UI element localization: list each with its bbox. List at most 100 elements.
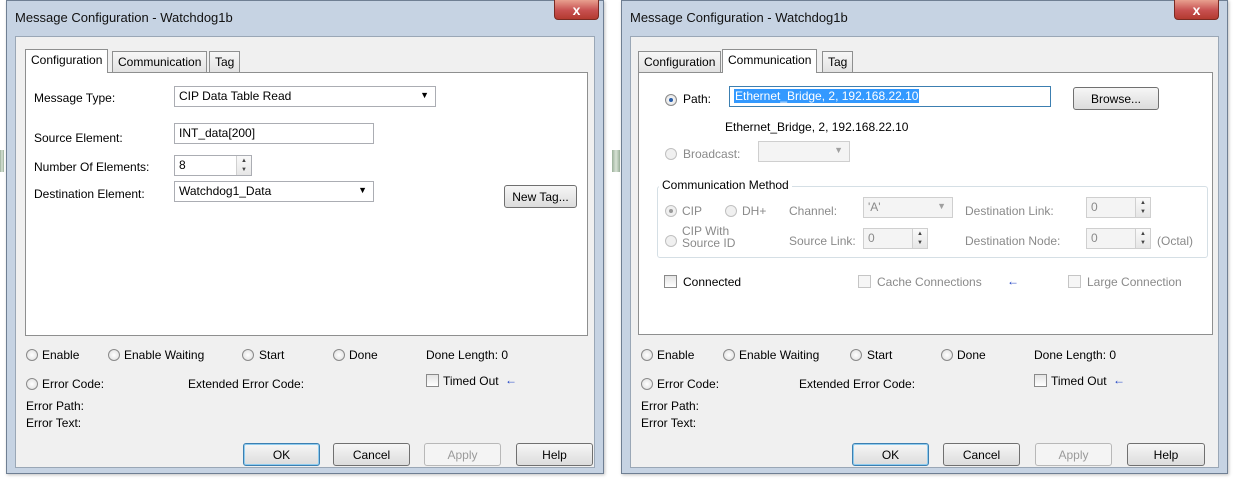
spinner-icon[interactable]: ▲ ▼ — [1135, 229, 1150, 248]
destination-element-select[interactable]: Watchdog1_Data ▼ — [174, 181, 374, 202]
done-length: Done Length: 0 — [1034, 348, 1117, 362]
apply-button[interactable]: Apply — [1035, 443, 1112, 466]
help-button[interactable]: Help — [516, 443, 593, 466]
cip-radio[interactable] — [665, 205, 677, 217]
right-client-area: Configuration Communication Tag Path: Et… — [630, 36, 1219, 468]
source-element-label: Source Element: — [34, 131, 123, 145]
left-client-area: Configuration Communication Tag Message … — [15, 36, 595, 468]
path-value: Ethernet_Bridge, 2, 192.168.22.10 — [734, 89, 920, 103]
tab-configuration[interactable]: Configuration — [25, 49, 109, 73]
cache-connections-checkbox[interactable] — [858, 275, 871, 288]
large-connection-checkbox[interactable] — [1068, 275, 1081, 288]
tab-configuration[interactable]: Configuration — [638, 51, 722, 72]
destination-node-stepper[interactable]: 0 ▲ ▼ — [1086, 228, 1151, 249]
source-link-stepper[interactable]: 0 ▲ ▼ — [863, 228, 928, 249]
left-dialog: Message Configuration - Watchdog1b x Con… — [6, 0, 604, 474]
new-tag-button[interactable]: New Tag... — [504, 185, 577, 208]
number-of-elements-stepper[interactable]: 8 ▲ ▼ — [174, 155, 252, 176]
timed-out-checkbox[interactable] — [426, 374, 439, 387]
connected-checkbox[interactable] — [664, 275, 677, 288]
communication-method-caption: Communication Method — [659, 178, 792, 192]
large-connection-label: Large Connection — [1087, 275, 1182, 289]
ok-button[interactable]: OK — [243, 443, 320, 466]
dh-plus-label: DH+ — [742, 204, 767, 218]
left-edge-separator — [0, 150, 4, 172]
message-type-value: CIP Data Table Read — [179, 89, 292, 103]
error-path-label: Error Path: — [26, 399, 85, 413]
error-code-indicator — [26, 378, 38, 390]
path-label: Path: — [683, 92, 712, 106]
channel-value: 'A' — [868, 200, 881, 214]
timed-out-label: Timed Out — [443, 374, 499, 388]
error-code-label: Error Code: — [657, 377, 720, 391]
destination-element-label: Destination Element: — [34, 187, 145, 201]
start-label: Start — [867, 348, 893, 362]
cip-with-source-label: CIP With Source ID — [682, 225, 735, 249]
cancel-button[interactable]: Cancel — [333, 443, 410, 466]
source-element-input[interactable]: INT_data[200] — [174, 123, 374, 144]
error-code-indicator — [641, 378, 653, 390]
right-dialog: Message Configuration - Watchdog1b x Con… — [621, 0, 1228, 474]
close-icon: x — [572, 1, 581, 18]
dh-plus-radio[interactable] — [725, 205, 737, 217]
connected-label: Connected — [683, 275, 742, 289]
help-button[interactable]: Help — [1127, 443, 1205, 466]
source-link-label: Source Link: — [789, 234, 856, 248]
indicator-arrow-icon: ← — [1007, 274, 1019, 288]
tab-tag[interactable]: Tag — [822, 51, 854, 72]
browse-button[interactable]: Browse... — [1073, 87, 1159, 110]
spinner-icon[interactable]: ▲ ▼ — [1135, 198, 1150, 217]
done-label: Done — [957, 348, 986, 362]
dropdown-icon: ▼ — [420, 90, 429, 100]
enable-waiting-label: Enable Waiting — [124, 348, 205, 362]
error-text-label: Error Text: — [26, 416, 82, 430]
enable-label: Enable — [657, 348, 695, 362]
path-input[interactable]: Ethernet_Bridge, 2, 192.168.22.10 — [729, 86, 1051, 107]
octal-label: (Octal) — [1157, 234, 1193, 248]
left-dialog-title: Message Configuration - Watchdog1b — [15, 10, 233, 25]
cip-with-source-radio[interactable] — [665, 235, 677, 247]
destination-link-label: Destination Link: — [965, 204, 1054, 218]
extended-error-code-label: Extended Error Code: — [188, 377, 305, 391]
left-close-button[interactable]: x — [554, 0, 599, 20]
enable-waiting-indicator — [723, 349, 735, 361]
middle-separator — [612, 150, 620, 172]
path-radio[interactable] — [665, 94, 677, 106]
error-code-label: Error Code: — [42, 377, 105, 391]
ok-button[interactable]: OK — [852, 443, 929, 466]
extended-error-code-label: Extended Error Code: — [799, 377, 916, 391]
message-type-label: Message Type: — [34, 91, 116, 105]
enable-label: Enable — [42, 348, 80, 362]
done-length: Done Length: 0 — [426, 348, 509, 362]
source-link-value: 0 — [868, 231, 875, 245]
message-type-select[interactable]: CIP Data Table Read ▼ — [174, 86, 436, 107]
cip-label: CIP — [682, 204, 703, 218]
spinner-icon[interactable]: ▲ ▼ — [236, 156, 251, 175]
apply-button[interactable]: Apply — [424, 443, 501, 466]
broadcast-label: Broadcast: — [683, 147, 741, 161]
broadcast-select[interactable]: ▼ — [758, 141, 850, 162]
destination-element-value: Watchdog1_Data — [179, 184, 272, 198]
dropdown-icon: ▼ — [937, 201, 946, 211]
tab-communication[interactable]: Communication — [722, 49, 818, 73]
tab-communication[interactable]: Communication — [112, 51, 208, 72]
indicator-arrow-icon: ← — [1113, 373, 1125, 387]
start-label: Start — [259, 348, 285, 362]
cancel-button[interactable]: Cancel — [943, 443, 1020, 466]
broadcast-radio[interactable] — [665, 148, 677, 160]
enable-waiting-indicator — [108, 349, 120, 361]
timed-out-checkbox[interactable] — [1034, 374, 1047, 387]
start-indicator — [242, 349, 254, 361]
enable-indicator — [26, 349, 38, 361]
timed-out-label: Timed Out — [1051, 374, 1107, 388]
indicator-arrow-icon: ← — [505, 373, 517, 387]
right-tab-panel: Path: Ethernet_Bridge, 2, 192.168.22.10 … — [638, 72, 1213, 335]
spinner-icon[interactable]: ▲ ▼ — [912, 229, 927, 248]
destination-link-stepper[interactable]: 0 ▲ ▼ — [1086, 197, 1151, 218]
right-close-button[interactable]: x — [1174, 0, 1219, 20]
dropdown-icon: ▼ — [358, 185, 367, 195]
right-dialog-title: Message Configuration - Watchdog1b — [630, 10, 848, 25]
tab-tag[interactable]: Tag — [209, 51, 241, 72]
channel-label: Channel: — [789, 204, 838, 218]
channel-select[interactable]: 'A' ▼ — [863, 197, 953, 218]
